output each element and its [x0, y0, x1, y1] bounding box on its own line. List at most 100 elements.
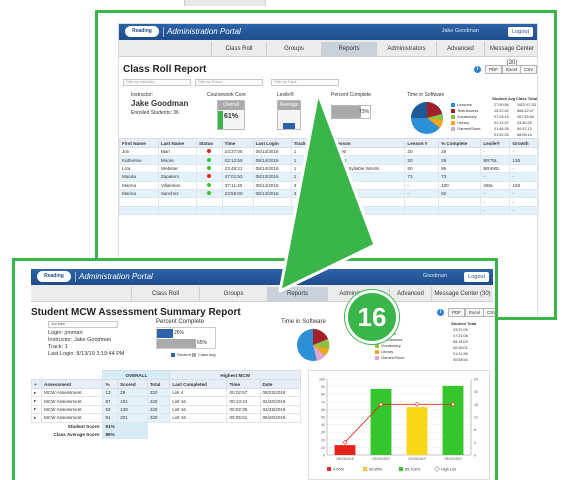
x-tick-label: 02/25/2019: [409, 457, 426, 461]
tab-reports[interactable]: Reports: [321, 42, 376, 56]
y2-tick-label: 8: [474, 428, 476, 432]
class-pct-value: 65%: [197, 340, 208, 346]
app-logo-front[interactable]: Reading Discovery: [37, 271, 71, 290]
app-logo[interactable]: Reading Discovery: [125, 26, 159, 45]
student-score-row: Student Score: 91%: [32, 421, 301, 431]
table-cell: Villalobos: [157, 180, 197, 190]
tab-administrators[interactable]: Administrators: [376, 42, 436, 56]
main-tabs: Class Roll Groups Reports Administrators…: [119, 40, 539, 66]
tab-class-roll-front[interactable]: Class Roll: [131, 287, 199, 301]
col-assessment[interactable]: Assessment: [40, 379, 104, 389]
status-dot: [195, 155, 223, 165]
y-tick-label: 60: [321, 408, 325, 412]
step-badge: 16: [345, 290, 399, 344]
logout-button-front[interactable]: Logout: [464, 272, 489, 282]
student-pct-bar: [157, 329, 173, 338]
percent-bars: 26% 65%: [156, 327, 216, 349]
col-date[interactable]: Date: [259, 379, 301, 389]
table-cell: 100: [438, 180, 482, 190]
col-lexile[interactable]: Lexile®: [480, 138, 511, 148]
col-last-completed[interactable]: Last Completed: [169, 379, 228, 389]
col-last-name[interactable]: Last Name: [157, 138, 197, 148]
class-score-value: 89%: [102, 429, 148, 440]
table-cell: MCW Assessment: [40, 396, 104, 406]
info-icon[interactable]: i: [474, 66, 481, 73]
tab-advanced[interactable]: Advanced: [436, 42, 484, 56]
table-cell: 63: [102, 404, 119, 415]
table-cell: -: [480, 172, 511, 182]
col-first-name[interactable]: First Name: [119, 138, 159, 148]
status-green-icon: [207, 157, 212, 162]
info-icon-front[interactable]: i: [437, 309, 444, 316]
excel-button[interactable]: Excel: [502, 65, 522, 74]
legend-label: High List: [441, 468, 457, 472]
filter-instructor-select[interactable]: Filter by Instructor: [123, 79, 191, 86]
y2-tick-label: 20: [474, 390, 478, 394]
class-score-label: Class Average Score:: [53, 432, 101, 438]
table-cell: -: [480, 146, 511, 157]
col-total[interactable]: Total: [146, 379, 171, 389]
col-scored[interactable]: Scored: [117, 379, 148, 389]
enrolled-count: Enrolled Students: 36: [131, 110, 179, 116]
student-select[interactable]: Jon Mari: [48, 321, 118, 328]
tab-message-center[interactable]: Message Center (30): [484, 42, 539, 66]
table-cell: 91: [102, 413, 119, 423]
table-cell: List 16: [169, 413, 228, 423]
app-header: Reading Discovery Administration Portal …: [119, 24, 537, 45]
table-cell: 201: [117, 413, 148, 423]
expand-icon[interactable]: ▸: [31, 396, 42, 406]
status-green-icon: [207, 182, 212, 187]
csv-button[interactable]: CSV: [520, 65, 538, 74]
student-login: Login: jonmari: [48, 330, 83, 336]
y-tick-label: 30: [321, 431, 325, 435]
table-row[interactable]: ▸ MCW Assessment 91 201 220 List 16 00:05:51 05…: [31, 413, 301, 423]
pdf-button-front[interactable]: PDF: [448, 308, 465, 317]
table-row[interactable]: ▸ MCW Assessment 87 191 220 List 16 00:13:24 02…: [31, 396, 301, 406]
tab-groups[interactable]: Groups: [266, 42, 321, 56]
col-percent[interactable]: %: [102, 379, 119, 389]
status-red-icon: [207, 149, 212, 154]
table-cell: 95: [438, 163, 482, 174]
table-cell: 73: [438, 172, 482, 182]
status-dot: [195, 188, 223, 199]
y-tick-label: 50: [321, 416, 325, 420]
student-avg-values: 27:50:56 15:22:42 07:28:16 01:12:47 01:4…: [494, 102, 509, 138]
high-list-point: [414, 401, 420, 407]
table-cell: 08/23/2018: [259, 387, 301, 398]
student-total-games: 00:58:54: [453, 358, 468, 362]
col-percent-complete[interactable]: % Complete: [438, 138, 482, 148]
table-cell: Katherine: [119, 155, 159, 165]
y2-tick-label: 4: [474, 441, 476, 445]
expand-icon[interactable]: ▸: [31, 387, 42, 398]
chart-bar: [334, 445, 356, 455]
instructor-name: Jake Goodman: [131, 99, 189, 108]
student-score-label: Student Score:: [67, 424, 101, 429]
expand-icon[interactable]: ▸: [31, 404, 42, 415]
logout-button[interactable]: Logout: [508, 27, 533, 37]
col-status[interactable]: Status: [195, 138, 223, 148]
pdf-button[interactable]: PDF: [485, 65, 502, 74]
table-cell: 29: [117, 387, 148, 398]
table-cell: 220: [146, 396, 171, 406]
csv-button-front[interactable]: CSV: [483, 308, 495, 317]
table-cell: 00:13:24: [226, 396, 261, 406]
excel-button-front[interactable]: Excel: [465, 308, 485, 317]
col-growth[interactable]: Growth: [509, 138, 539, 148]
legend-swatch: [362, 466, 368, 472]
table-cell: 00:02:35: [226, 404, 261, 415]
table-cell: BR75L: [480, 155, 511, 165]
table-cell: 82: [438, 188, 482, 199]
tab-message-center-front[interactable]: Message Center (30): [431, 287, 493, 301]
col-time-front[interactable]: Time: [226, 379, 261, 389]
table-row[interactable]: ▸ MCW Assessment 13 29 220 List 4 00:02:57 08/2…: [31, 387, 301, 398]
table-row[interactable]: ▸ MCW Assessment 63 139 220 List 16 00:02:35 02…: [31, 404, 301, 415]
class-score-row: Class Average Score: 89%: [32, 429, 301, 440]
table-cell: -: [480, 188, 511, 199]
report-title-front: Student MCW Assessment Summary Report: [31, 307, 241, 318]
table-cell: MCW Assessment: [40, 387, 104, 398]
tab-class-roll[interactable]: Class Roll: [211, 42, 266, 56]
legend-label: 85-100%: [405, 468, 421, 472]
student-last-login: Last Login: 8/13/19 3:19:44 PM: [48, 351, 125, 357]
expand-icon[interactable]: ▸: [31, 413, 42, 423]
table-cell: Jon: [119, 146, 159, 157]
